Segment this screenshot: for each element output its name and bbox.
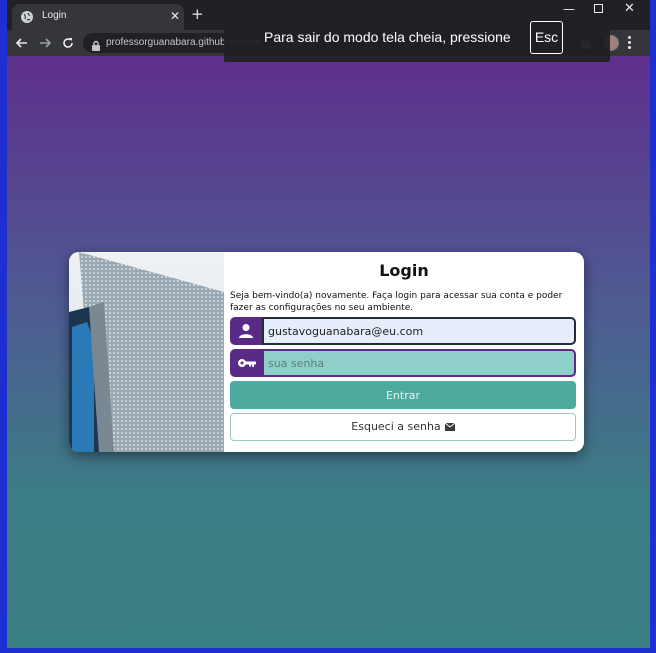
reload-icon[interactable]	[59, 34, 77, 52]
desktop-frame-bottom	[0, 648, 656, 653]
forgot-password-label: Esqueci a senha	[351, 420, 441, 433]
window-close-button[interactable]: ✕	[624, 1, 635, 16]
desktop-frame-right	[650, 0, 656, 653]
more-menu-icon[interactable]	[628, 36, 632, 50]
new-tab-button[interactable]: +	[191, 7, 204, 22]
page-viewport: Login Seja bem-vindo(a) novamente. Faça …	[7, 56, 650, 648]
submit-button[interactable]: Entrar	[230, 381, 576, 409]
mail-icon	[444, 421, 456, 434]
lock-icon	[91, 37, 101, 51]
globe-icon	[21, 11, 33, 23]
building-image	[69, 252, 224, 452]
tab-title: Login	[42, 10, 67, 21]
key-icon	[230, 349, 262, 377]
back-arrow-icon[interactable]	[13, 34, 31, 52]
desktop-frame-left	[0, 0, 7, 653]
email-field[interactable]	[262, 317, 576, 345]
email-row	[230, 317, 576, 345]
forward-arrow-icon[interactable]	[36, 34, 54, 52]
password-row	[230, 349, 576, 377]
login-card: Login Seja bem-vindo(a) novamente. Faça …	[69, 252, 584, 452]
tab-login[interactable]: Login ✕	[12, 4, 184, 30]
user-icon	[230, 317, 262, 345]
page-title: Login	[379, 261, 429, 280]
close-icon[interactable]: ✕	[170, 9, 180, 23]
welcome-text: Seja bem-vindo(a) novamente. Faça login …	[230, 291, 563, 313]
fullscreen-notice-text: Para sair do modo tela cheia, pressione	[264, 29, 511, 45]
login-form: Login Seja bem-vindo(a) novamente. Faça …	[224, 252, 584, 452]
forgot-password-button[interactable]: Esqueci a senha	[230, 413, 576, 441]
esc-key-badge: Esc	[530, 21, 563, 54]
password-field[interactable]	[262, 349, 576, 377]
browser-window: Login ✕ + — ✕ professorguanabara.github.…	[7, 0, 650, 648]
fullscreen-notice: Para sair do modo tela cheia, pressione …	[224, 13, 610, 62]
maximize-button[interactable]	[594, 4, 603, 13]
